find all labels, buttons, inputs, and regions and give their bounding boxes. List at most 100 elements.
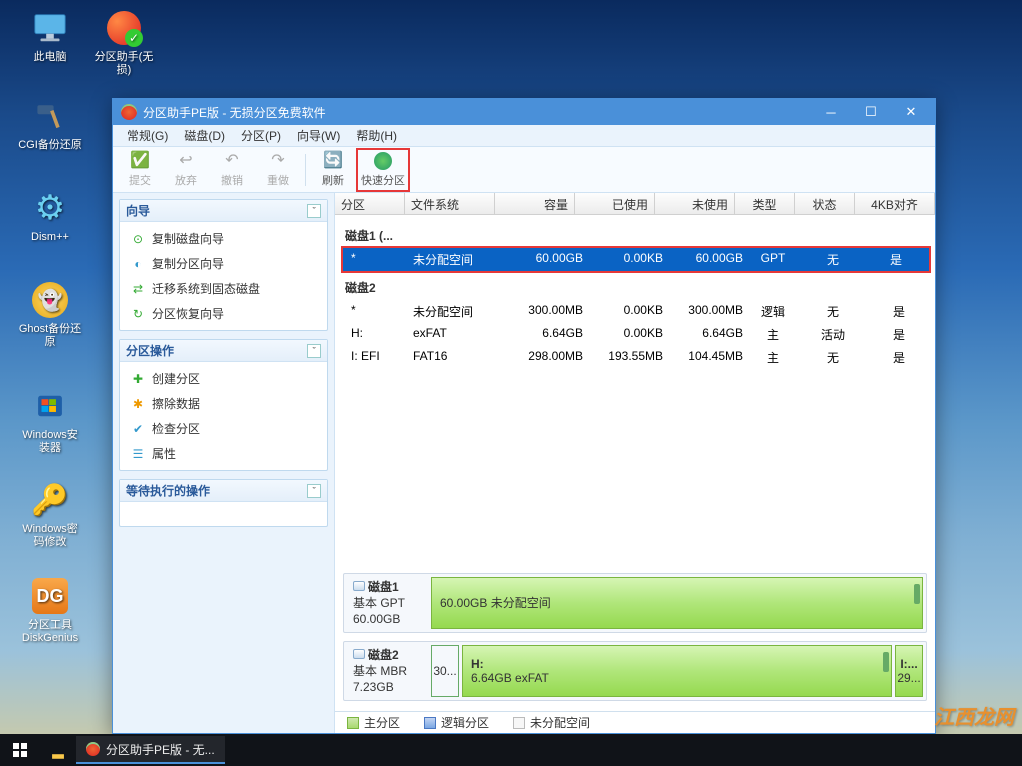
- partition-slot[interactable]: 30...: [431, 645, 459, 697]
- disk-copy-icon: ⊙: [130, 231, 146, 247]
- col-partition[interactable]: 分区: [335, 193, 405, 214]
- undo-icon: ↩: [163, 152, 209, 170]
- panel-wizard-title: 向导: [126, 202, 150, 219]
- op-props[interactable]: ☰属性: [120, 441, 327, 466]
- toolbar: ✅提交 ↩放弃 ↶撤销 ↷重做 🔄刷新 快速分区: [113, 147, 935, 193]
- menu-general[interactable]: 常规(G): [119, 125, 176, 146]
- tb-commit[interactable]: ✅提交: [117, 152, 163, 188]
- col-status[interactable]: 状态: [795, 193, 855, 214]
- collapse-button[interactable]: ˇ: [307, 484, 321, 498]
- wiz-recover[interactable]: ↻分区恢复向导: [120, 301, 327, 326]
- migrate-icon: ⇄: [130, 281, 146, 297]
- op-wipe[interactable]: ✱擦除数据: [120, 391, 327, 416]
- disk-bar-2[interactable]: 磁盘2 基本 MBR 7.23GB 30... H:6.64GB exFAT I…: [343, 641, 927, 701]
- table-row[interactable]: * 未分配空间 60.00GB 0.00KB 60.00GB GPT 无 是: [343, 248, 929, 271]
- window-title: 分区助手PE版 - 无损分区免费软件: [143, 104, 811, 121]
- pa-icon: ✓: [104, 8, 144, 48]
- tb-undo[interactable]: ↶撤销: [209, 152, 255, 188]
- key-icon: 🔑: [30, 480, 70, 520]
- table-row[interactable]: H:exFAT6.64GB0.00KB6.64GB主活动是: [343, 323, 935, 346]
- menu-partition[interactable]: 分区(P): [233, 125, 289, 146]
- column-header: 分区 文件系统 容量 已使用 未使用 类型 状态 4KB对齐: [335, 193, 935, 215]
- wiz-copy-disk[interactable]: ⊙复制磁盘向导: [120, 226, 327, 251]
- taskbar-app[interactable]: 分区助手PE版 - 无...: [76, 736, 225, 764]
- swatch-logical: [424, 717, 436, 729]
- part-copy-icon: ◐: [130, 256, 146, 272]
- props-icon: ☰: [130, 446, 146, 462]
- titlebar[interactable]: 分区助手PE版 - 无损分区免费软件 ─ ☐ ✕: [113, 99, 935, 125]
- monitor-icon: [30, 8, 70, 48]
- collapse-button[interactable]: ˇ: [307, 344, 321, 358]
- start-button[interactable]: [0, 734, 40, 766]
- dg-icon: DG: [30, 576, 70, 616]
- legend: 主分区 逻辑分区 未分配空间: [335, 711, 935, 733]
- wiz-copy-part[interactable]: ◐复制分区向导: [120, 251, 327, 276]
- minimize-button[interactable]: ─: [811, 101, 851, 123]
- globe-icon: [360, 152, 406, 170]
- partition-slot[interactable]: I:...29...: [895, 645, 923, 697]
- disk-icon: [353, 649, 365, 659]
- partition-slot[interactable]: 60.00GB 未分配空间: [431, 577, 923, 629]
- tb-discard[interactable]: ↩放弃: [163, 152, 209, 188]
- desktop-icon-wininst[interactable]: Windows安装器: [18, 386, 82, 455]
- desktop-icon-diskgenius[interactable]: DG 分区工具 DiskGenius: [18, 576, 82, 645]
- desktop-icon-cgi[interactable]: CGI备份还原: [18, 96, 82, 152]
- panel-wizard: 向导 ˇ ⊙复制磁盘向导 ◐复制分区向导 ⇄迁移系统到固态磁盘 ↻分区恢复向导: [119, 199, 328, 331]
- col-free[interactable]: 未使用: [655, 193, 735, 214]
- col-filesystem[interactable]: 文件系统: [405, 193, 495, 214]
- create-icon: ✚: [130, 371, 146, 387]
- hammer-icon: [30, 96, 70, 136]
- refresh-icon: 🔄: [310, 152, 356, 170]
- tb-redo[interactable]: ↷重做: [255, 152, 301, 188]
- taskbar: ▂ 分区助手PE版 - 无...: [0, 734, 1022, 766]
- disk-icon: [353, 581, 365, 591]
- collapse-button[interactable]: ˇ: [307, 204, 321, 218]
- desktop-icon-ghost[interactable]: 👻 Ghost备份还原: [18, 280, 82, 349]
- menu-help[interactable]: 帮助(H): [348, 125, 405, 146]
- panel-pending: 等待执行的操作 ˇ: [119, 479, 328, 527]
- op-check[interactable]: ✔检查分区: [120, 416, 327, 441]
- file-explorer-button[interactable]: ▂: [40, 741, 76, 759]
- wiz-migrate-ssd[interactable]: ⇄迁移系统到固态磁盘: [120, 276, 327, 301]
- menubar: 常规(G) 磁盘(D) 分区(P) 向导(W) 帮助(H): [113, 125, 935, 147]
- table-row[interactable]: I: EFIFAT16298.00MB193.55MB104.45MB主无是: [343, 346, 935, 369]
- tb-quick-partition[interactable]: 快速分区: [360, 152, 406, 188]
- winflag-icon: [30, 386, 70, 426]
- menu-disk[interactable]: 磁盘(D): [176, 125, 233, 146]
- col-used[interactable]: 已使用: [575, 193, 655, 214]
- col-type[interactable]: 类型: [735, 193, 795, 214]
- desktop-icon-pa[interactable]: ✓ 分区助手(无损): [92, 8, 156, 77]
- tb-refresh[interactable]: 🔄刷新: [310, 152, 356, 188]
- sidebar: 向导 ˇ ⊙复制磁盘向导 ◐复制分区向导 ⇄迁移系统到固态磁盘 ↻分区恢复向导 分…: [113, 193, 335, 733]
- maximize-button[interactable]: ☐: [851, 101, 891, 123]
- desktop-icon-winpwd[interactable]: 🔑 Windows密码修改: [18, 480, 82, 549]
- resize-handle[interactable]: [914, 584, 920, 604]
- disk-group-1[interactable]: 磁盘1 (...: [345, 227, 935, 244]
- separator: [305, 154, 306, 186]
- panel-pending-title: 等待执行的操作: [126, 482, 210, 499]
- undo-arrow-icon: ↶: [209, 152, 255, 170]
- col-4k[interactable]: 4KB对齐: [855, 193, 935, 214]
- panel-ops: 分区操作ˇ ✚创建分区 ✱擦除数据 ✔检查分区 ☰属性: [119, 339, 328, 471]
- desktop-icon-dism[interactable]: ⚙ Dism++: [18, 188, 82, 244]
- menu-wizard[interactable]: 向导(W): [289, 125, 348, 146]
- app-icon: [121, 104, 137, 120]
- resize-handle[interactable]: [883, 652, 889, 672]
- op-create[interactable]: ✚创建分区: [120, 366, 327, 391]
- app-mini-icon: [86, 742, 100, 756]
- partition-slot[interactable]: H:6.64GB exFAT: [462, 645, 892, 697]
- redo-arrow-icon: ↷: [255, 152, 301, 170]
- disk-bar-1[interactable]: 磁盘1 基本 GPT 60.00GB 60.00GB 未分配空间: [343, 573, 927, 633]
- wipe-icon: ✱: [130, 396, 146, 412]
- watermark-text: 江西龙网: [934, 701, 1014, 730]
- swatch-unalloc: [513, 717, 525, 729]
- partition-list: 磁盘1 (... * 未分配空间 60.00GB 0.00KB 60.00GB …: [335, 215, 935, 375]
- highlight-box-quick: 快速分区: [356, 148, 410, 192]
- swatch-main: [347, 717, 359, 729]
- table-row[interactable]: *未分配空间300.00MB0.00KB300.00MB逻辑无是: [343, 300, 935, 323]
- close-button[interactable]: ✕: [891, 101, 931, 123]
- desktop-icon-this-pc[interactable]: 此电脑: [18, 8, 82, 64]
- col-capacity[interactable]: 容量: [495, 193, 575, 214]
- gear-icon: ⚙: [30, 188, 70, 228]
- disk-group-2[interactable]: 磁盘2: [345, 279, 935, 296]
